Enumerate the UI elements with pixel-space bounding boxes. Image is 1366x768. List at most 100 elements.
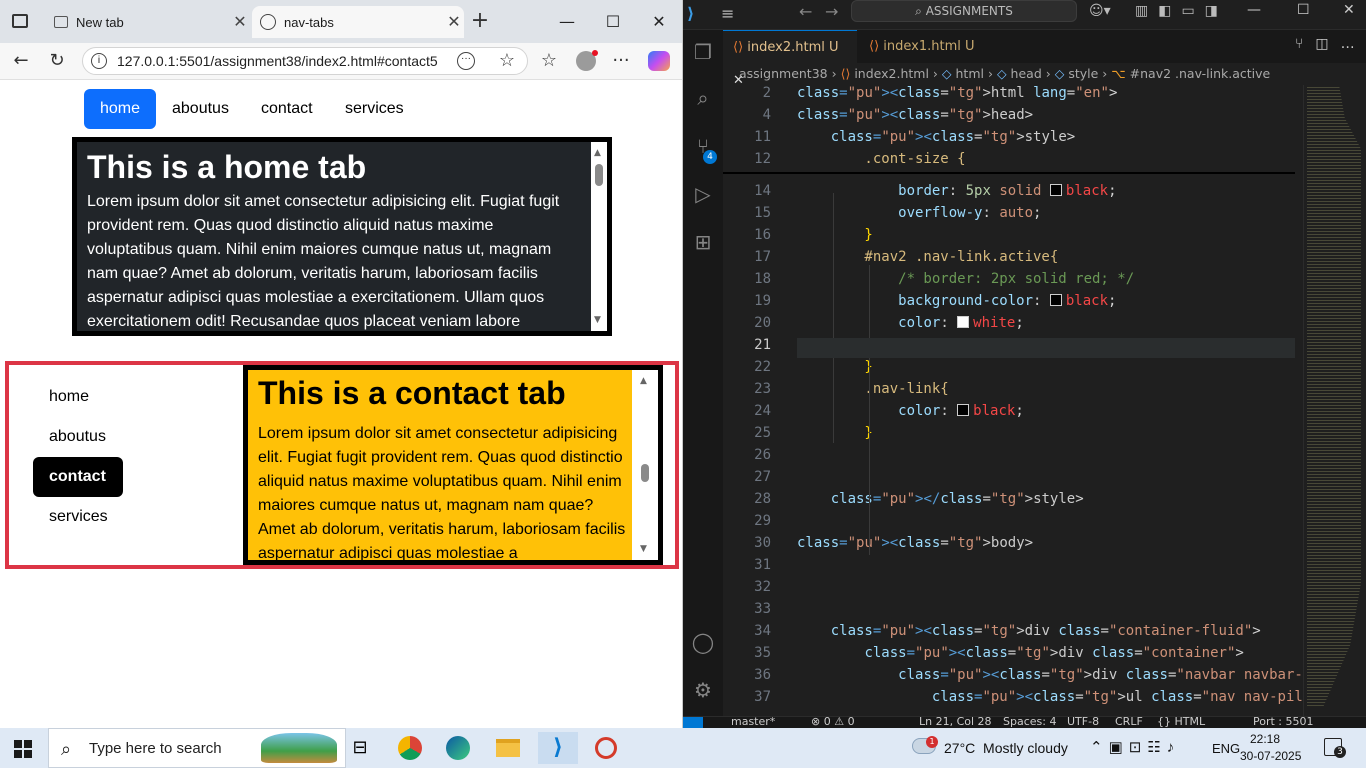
taskbar-search[interactable]: ⌕ Type here to search [48,728,346,768]
info-icon[interactable]: i [91,53,107,69]
live-server-port[interactable]: Port : 5501 [1253,717,1314,728]
eol-label[interactable]: CRLF [1115,717,1143,728]
favorites-icon[interactable]: ☆ [536,49,562,73]
chrome-icon[interactable] [390,732,430,764]
code-line[interactable]: class="pu"></class="tg">style> [797,491,1084,507]
breadcrumb[interactable]: assignment38 › ⟨⟩ index2.html › ◇ html ›… [723,63,1303,85]
file-explorer-icon[interactable] [488,732,528,764]
editor-action-icons[interactable]: ⑂◫… [1295,36,1366,52]
copilot-icon[interactable]: ☺▾ [1089,3,1111,19]
new-tab-button[interactable]: + [468,10,492,34]
breadcrumb-item[interactable]: html [956,66,984,81]
start-icon[interactable] [14,740,32,758]
scroll-thumb[interactable] [641,464,649,482]
settings-more-icon[interactable]: ··· [608,49,634,73]
breadcrumb-item[interactable]: head [1011,66,1042,81]
menu-icon[interactable]: ≡ [721,4,734,23]
favorite-star-icon[interactable]: ☆ [499,50,515,71]
explorer-icon[interactable]: ❐ [683,32,723,72]
nav1-home[interactable]: home [84,89,157,129]
back-icon[interactable]: ← [799,2,812,21]
minimize-button[interactable]: — [544,10,590,34]
close-window-button[interactable]: ✕ [636,10,682,34]
extensions-icon[interactable]: ⊞ [683,222,723,262]
breadcrumb-item[interactable]: assignment38 [739,66,828,81]
nav2-home[interactable]: home [33,377,105,417]
color-swatch[interactable] [957,404,970,416]
scroll-down-icon[interactable]: ▼ [594,315,601,325]
nav1-contact[interactable]: contact [245,89,329,129]
scroll-up-icon[interactable]: ▲ [640,376,647,386]
code-line[interactable]: background-color: black; [797,293,1116,309]
code-line[interactable]: border: 5px solid black; [797,183,1116,199]
breadcrumb-item[interactable]: #nav2 .nav-link.active [1130,66,1271,81]
minimap[interactable] [1303,85,1366,716]
nav2-aboutus[interactable]: aboutus [33,417,122,457]
scroll-up-icon[interactable]: ▲ [594,148,601,158]
back-button[interactable]: ← [8,49,34,73]
indent-label[interactable]: Spaces: 4 [1003,717,1056,728]
color-swatch[interactable] [1049,184,1062,196]
code-line[interactable]: #nav2 .nav-link.active{ [797,249,1058,265]
contact-tab-content[interactable]: This is a contact tab Lorem ipsum dolor … [243,365,663,565]
branch-label[interactable]: master* [731,717,775,728]
code-line[interactable]: } [797,227,872,243]
layout-icons[interactable]: ▥◧▭◨ [1135,3,1228,19]
maximize-button[interactable]: ☐ [1297,2,1310,18]
scrollbar[interactable]: ▲ ▼ [632,370,658,560]
maximize-button[interactable]: ☐ [590,10,636,34]
home-tab-content[interactable]: This is a home tab Lorem ipsum dolor sit… [72,137,612,336]
nav2-contact[interactable]: contact [33,457,123,497]
code-line[interactable]: color: black; [797,403,1024,419]
code-line[interactable]: .nav-link{ [797,381,948,397]
scroll-down-icon[interactable]: ▼ [640,544,647,554]
copilot-icon[interactable] [648,51,670,71]
forward-icon[interactable]: → [825,2,838,21]
manage-gear-icon[interactable]: ⚙ [683,670,723,710]
refresh-button[interactable]: ↻ [44,49,70,73]
code-line[interactable]: color: white; [797,315,1024,331]
color-swatch[interactable] [1049,294,1062,306]
scroll-thumb[interactable] [595,164,603,186]
code-line[interactable]: class="pu"><class="tg">div class="contai… [797,623,1261,639]
tab-actions-icon[interactable] [12,14,28,28]
minimize-button[interactable]: — [1247,2,1261,18]
problems-label[interactable]: ⊗ 0 ⚠ 0 [811,717,855,728]
code-line[interactable]: class="pu"><class="tg">style> [797,129,1076,145]
address-bar[interactable]: i 127.0.0.1:5501/assignment38/index2.htm… [82,47,528,75]
vscode-icon[interactable]: ⟩ [538,732,578,764]
edge-icon[interactable] [438,732,478,764]
code-line[interactable]: class="pu"><class="tg">html lang="en"> [797,85,1117,101]
cursor-position[interactable]: Ln 21, Col 28 [919,717,992,728]
color-swatch[interactable] [957,316,970,328]
breadcrumb-item[interactable]: index2.html [854,66,929,81]
app-icon[interactable] [586,732,626,764]
more-icon[interactable]: ··· [457,52,475,70]
nav2-services[interactable]: services [33,497,124,537]
search-icon[interactable]: ⌕ [683,78,723,118]
command-search[interactable]: ⌕ ASSIGNMENTS [851,0,1077,22]
tray-icons[interactable]: ⌃▣⊡☷♪ [1090,738,1180,756]
remote-icon[interactable] [683,717,703,728]
code-line[interactable]: } [797,359,872,375]
tab-new-tab[interactable]: New tab ✕ [46,6,250,38]
code-line[interactable]: } [797,425,872,441]
input-language[interactable]: ENG [1212,741,1240,756]
accounts-icon[interactable]: ◯ [683,622,723,662]
close-tab-icon[interactable]: ✕ [444,12,464,32]
encoding-label[interactable]: UTF-8 [1067,717,1099,728]
nav1-aboutus[interactable]: aboutus [156,89,245,129]
tab-nav-tabs[interactable]: nav-tabs ✕ [252,6,464,38]
code-line[interactable]: /* border: 2px solid red; */ [797,271,1134,287]
close-window-button[interactable]: ✕ [1343,2,1355,18]
code-line[interactable]: class="pu"><class="tg">div class="contai… [797,645,1243,661]
code-line[interactable]: class="pu"><class="tg">ul class="nav nav… [797,689,1345,705]
weather-text[interactable]: 27°C Mostly cloudy [944,740,1068,756]
code-line[interactable]: class="pu"><class="tg">head> [797,107,1033,123]
clock-time[interactable]: 22:18 [1250,732,1280,746]
nav1-services[interactable]: services [329,89,420,129]
code-line[interactable]: class="pu"><class="tg">div class="navbar… [797,667,1366,683]
run-debug-icon[interactable]: ▷ [683,174,723,214]
code-editor[interactable]: 2 class="pu"><class="tg">html lang="en"> 4… [723,85,1362,716]
editor-tab-index2[interactable]: ⟨⟩ index2.html U ✕ [723,30,857,88]
